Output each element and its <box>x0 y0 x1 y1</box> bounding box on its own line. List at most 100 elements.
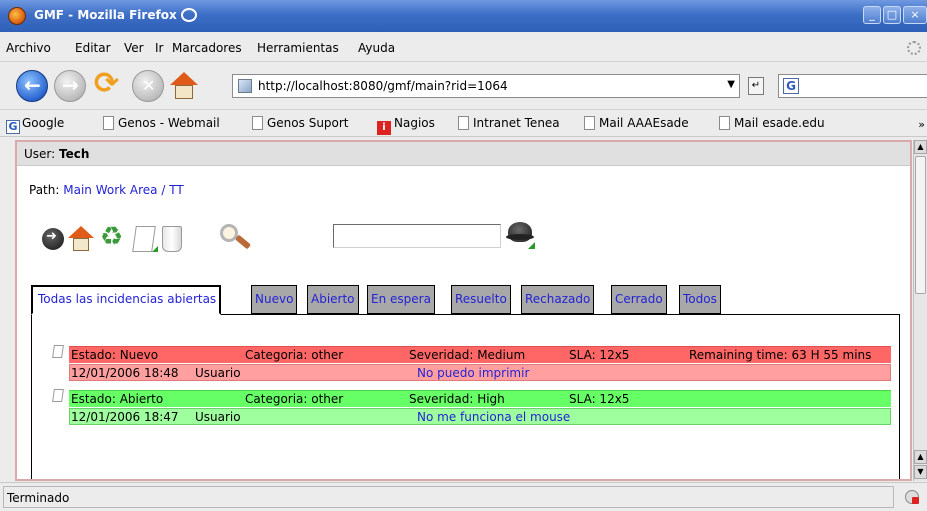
scroll-up-arrow-icon[interactable]: ▲ <box>914 450 927 464</box>
incident-header-row: Estado: Nuevo Categoria: other Severidad… <box>69 346 891 363</box>
incident-detail-row[interactable]: 12/01/2006 18:48 Usuario No puedo imprim… <box>69 364 891 381</box>
tab-resuelto[interactable]: Resuelto <box>451 285 511 314</box>
minimize-button[interactable]: _ <box>863 6 881 24</box>
incident-remaining-time: Remaining time: 63 H 55 mins <box>689 348 872 362</box>
search-input[interactable] <box>333 224 501 248</box>
incident-estado: Estado: Nuevo <box>71 348 159 362</box>
go-arrow-icon[interactable] <box>42 228 64 250</box>
google-icon: G <box>6 120 20 134</box>
incident-summary-link[interactable]: No me funciona el mouse <box>417 410 570 424</box>
bookmark-mail-esade[interactable]: Mail esade.edu <box>719 116 825 130</box>
page-icon <box>584 116 595 130</box>
throbber-small-icon <box>180 8 197 22</box>
scroll-up-arrow-icon[interactable]: ▲ <box>914 140 927 154</box>
nagios-icon: i <box>377 121 391 135</box>
incident-estado: Estado: Abierto <box>71 392 164 406</box>
user-name: Tech <box>59 147 90 161</box>
close-window-button[interactable]: × <box>903 6 927 24</box>
menu-ayuda[interactable]: Ayuda <box>358 41 395 55</box>
menu-herramientas[interactable]: Herramientas <box>257 41 339 55</box>
stop-button[interactable] <box>132 70 164 102</box>
breadcrumb-main-work-area[interactable]: Main Work Area <box>63 183 157 197</box>
tab-en-espera[interactable]: En espera <box>367 285 435 314</box>
tab-rechazado[interactable]: Rechazado <box>521 285 595 314</box>
window-titlebar: GMF - Mozilla Firefox _ □ × <box>0 0 927 32</box>
navigation-toolbar: http://localhost:8080/gmf/main?rid=1064 … <box>0 62 927 110</box>
status-bar: Terminado <box>0 482 927 511</box>
bookmark-google[interactable]: G Google <box>6 116 64 134</box>
incident-summary-link[interactable]: No puedo imprimir <box>417 366 529 380</box>
incident-document-icon[interactable] <box>52 389 64 402</box>
bookmarks-overflow-button[interactable]: » <box>918 118 925 131</box>
incident-categoria: Categoria: other <box>245 348 344 362</box>
tab-nuevo[interactable]: Nuevo <box>251 285 298 314</box>
breadcrumb-separator: / <box>161 183 166 197</box>
home-icon[interactable] <box>68 226 94 252</box>
menu-editar[interactable]: Editar <box>75 41 111 55</box>
magnifier-icon[interactable] <box>216 222 252 256</box>
incident-detail-row[interactable]: 12/01/2006 18:47 Usuario No me funciona … <box>69 408 891 425</box>
incident-datetime: 12/01/2006 18:48 <box>71 366 179 380</box>
forward-button[interactable] <box>54 70 86 102</box>
home-icon <box>170 72 198 85</box>
incident-categoria: Categoria: other <box>245 392 344 406</box>
tab-abierto[interactable]: Abierto <box>307 285 359 314</box>
incident-severidad: Severidad: Medium <box>409 348 526 362</box>
menu-bar: Archivo Editar Ver Ir Marcadores Herrami… <box>0 32 927 62</box>
bookmark-genos-suport[interactable]: Genos Suport <box>252 116 349 130</box>
throbber-icon <box>907 41 921 55</box>
tab-todas-abiertas[interactable]: Todas las incidencias abiertas <box>31 285 222 315</box>
page-icon <box>719 116 730 130</box>
incident-sla: SLA: 12x5 <box>569 392 630 406</box>
reload-button[interactable] <box>92 66 124 102</box>
restore-button[interactable]: □ <box>883 6 901 24</box>
vertical-scrollbar[interactable]: ▲ ▲ ▼ <box>913 140 927 481</box>
go-button[interactable]: ↵ <box>748 77 764 95</box>
bookmark-mail-aaaesade[interactable]: Mail AAAEsade <box>584 116 689 130</box>
trash-icon[interactable] <box>162 226 182 252</box>
google-search-icon[interactable]: G <box>783 78 799 94</box>
menu-marcadores[interactable]: Marcadores <box>172 41 242 55</box>
page-icon <box>252 116 263 130</box>
user-bar: User: Tech <box>17 142 910 166</box>
menu-archivo[interactable]: Archivo <box>6 41 51 55</box>
incident-user: Usuario <box>195 366 241 380</box>
window-title: GMF - Mozilla Firefox <box>34 8 197 22</box>
new-document-arrow-icon <box>152 246 158 252</box>
url-text[interactable]: http://localhost:8080/gmf/main?rid=1064 <box>258 79 508 93</box>
url-dropdown-icon[interactable]: ▼ <box>727 79 735 90</box>
bookmark-nagios[interactable]: i Nagios <box>377 116 435 135</box>
menu-ir[interactable]: Ir <box>155 41 163 55</box>
status-field <box>3 486 894 508</box>
bookmark-genos-webmail[interactable]: Genos - Webmail <box>103 116 220 130</box>
incident-datetime: 12/01/2006 18:47 <box>71 410 179 424</box>
scroll-down-arrow-icon[interactable]: ▼ <box>914 465 927 479</box>
search-engine-box[interactable]: G <box>778 74 927 98</box>
incident-sla: SLA: 12x5 <box>569 348 630 362</box>
bookmarks-toolbar: G Google Genos - Webmail Genos Suport i Na… <box>0 110 927 137</box>
home-button[interactable] <box>168 70 200 102</box>
incident-header-row: Estado: Abierto Categoria: other Severid… <box>69 390 891 407</box>
tab-cerrado[interactable]: Cerrado <box>611 285 667 314</box>
firefox-logo-icon <box>8 7 26 25</box>
security-lock-icon[interactable] <box>905 490 919 504</box>
tab-todos[interactable]: Todos <box>679 285 721 314</box>
page-content: User: Tech Path: Main Work Area / TT ♻ T… <box>15 140 912 481</box>
page-icon <box>103 116 114 130</box>
status-text: Terminado <box>7 491 70 505</box>
back-button[interactable] <box>16 70 48 102</box>
action-toolbar: ♻ <box>42 222 342 256</box>
url-bar[interactable]: http://localhost:8080/gmf/main?rid=1064 … <box>232 74 740 98</box>
site-favicon-icon <box>238 79 252 93</box>
detective-search-icon[interactable] <box>506 218 538 250</box>
scroll-thumb[interactable] <box>915 156 926 294</box>
bookmark-intranet-tenea[interactable]: Intranet Tenea <box>458 116 560 130</box>
incident-document-icon[interactable] <box>52 345 64 358</box>
incident-user: Usuario <box>195 410 241 424</box>
breadcrumb-tt[interactable]: TT <box>169 183 183 197</box>
breadcrumb: Path: Main Work Area / TT <box>29 183 184 197</box>
refresh-icon[interactable]: ♻ <box>100 224 123 250</box>
incident-severidad: Severidad: High <box>409 392 505 406</box>
menu-ver[interactable]: Ver <box>124 41 144 55</box>
page-icon <box>458 116 469 130</box>
